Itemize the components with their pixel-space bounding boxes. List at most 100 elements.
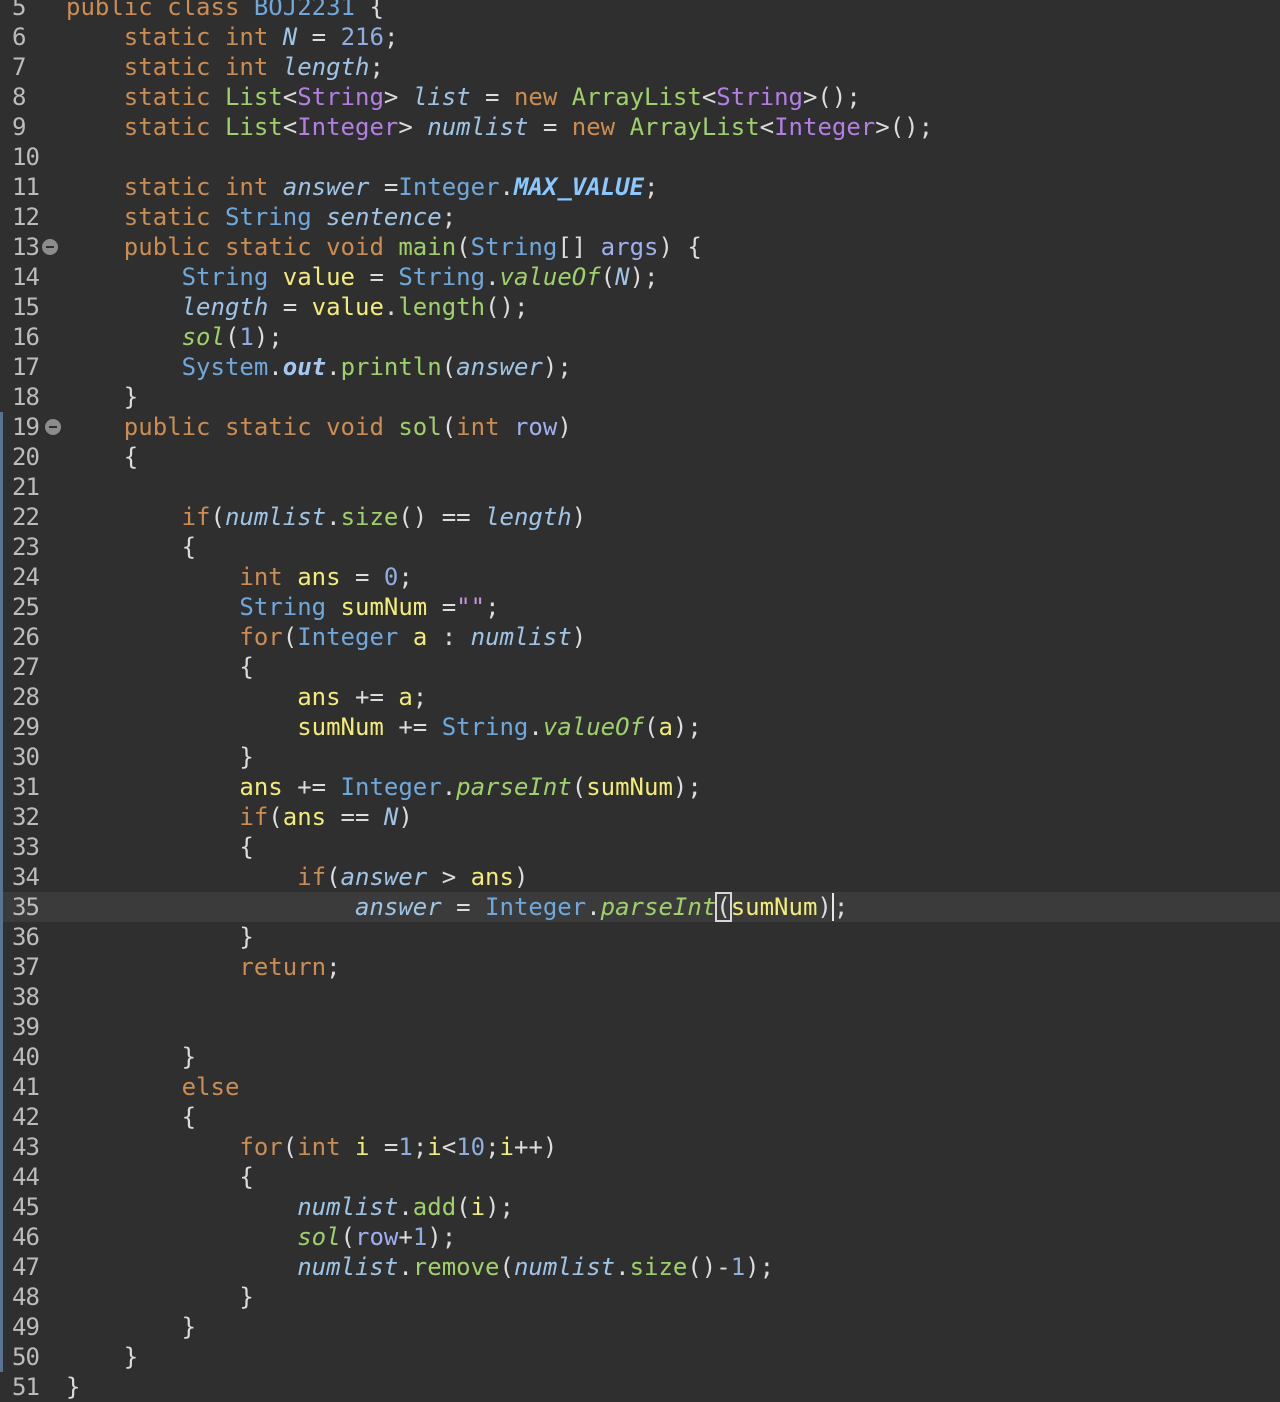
code-line[interactable]: 15 length = value.length(); bbox=[0, 292, 1280, 322]
code-line[interactable]: 43 for(int i =1;i<10;i++) bbox=[0, 1132, 1280, 1162]
code-line[interactable]: 37 return; bbox=[0, 952, 1280, 982]
code-line[interactable]: 6 static int N = 216; bbox=[0, 22, 1280, 52]
code-text: public static void sol(int row) bbox=[66, 412, 572, 442]
code-token: int bbox=[297, 1133, 341, 1161]
code-line[interactable]: 30 } bbox=[0, 742, 1280, 772]
code-line[interactable]: 35 answer = Integer.parseInt(sumNum); bbox=[0, 892, 1280, 922]
code-line[interactable]: 8 static List<String> list = new ArrayLi… bbox=[0, 82, 1280, 112]
code-text: static int length; bbox=[66, 52, 384, 82]
code-line[interactable]: 51} bbox=[0, 1372, 1280, 1402]
code-token: ; bbox=[412, 683, 428, 711]
code-line[interactable]: 19 public static void sol(int row) bbox=[0, 412, 1280, 442]
line-number: 42 bbox=[12, 1103, 40, 1131]
code-token: ; bbox=[398, 563, 413, 591]
code-line[interactable]: 22 if(numlist.size() == length) bbox=[0, 502, 1280, 532]
code-line[interactable]: 32 if(ans == N) bbox=[0, 802, 1280, 832]
code-token: . bbox=[499, 173, 514, 201]
code-token: += bbox=[340, 683, 399, 711]
code-editor[interactable]: 5 public class BOJ2231 {6 static int N = … bbox=[0, 0, 1280, 1401]
code-line[interactable]: 7 static int length; bbox=[0, 52, 1280, 82]
line-gutter: 25 bbox=[0, 592, 65, 622]
code-token: answer bbox=[282, 173, 370, 201]
code-token: public bbox=[123, 233, 211, 261]
code-line[interactable]: 45 numlist.add(i); bbox=[0, 1192, 1280, 1222]
code-line[interactable]: 12 static String sentence; bbox=[0, 202, 1280, 232]
line-number: 39 bbox=[12, 1013, 40, 1041]
code-line[interactable]: 27 { bbox=[0, 652, 1280, 682]
code-token: void bbox=[326, 413, 384, 441]
code-token: new bbox=[513, 83, 558, 111]
code-line[interactable]: 25 String sumNum =""; bbox=[0, 592, 1280, 622]
line-number: 33 bbox=[12, 833, 40, 861]
code-line[interactable]: 34 if(answer > ans) bbox=[0, 862, 1280, 892]
code-line[interactable]: 28 ans += a; bbox=[0, 682, 1280, 712]
code-token: = bbox=[340, 563, 384, 591]
line-gutter: 36 bbox=[0, 922, 65, 952]
code-line[interactable]: 29 sumNum += String.valueOf(a); bbox=[0, 712, 1280, 742]
code-line[interactable]: 42 { bbox=[0, 1102, 1280, 1132]
code-token: a bbox=[412, 623, 428, 651]
code-token: a bbox=[658, 713, 673, 741]
code-line[interactable]: 10 bbox=[0, 142, 1280, 172]
code-line[interactable]: 50 } bbox=[0, 1342, 1280, 1372]
code-line[interactable]: 24 int ans = 0; bbox=[0, 562, 1280, 592]
code-text: String value = String.valueOf(N); bbox=[66, 262, 659, 292]
code-line[interactable]: 44 { bbox=[0, 1162, 1280, 1192]
line-gutter: 34 bbox=[0, 862, 65, 892]
fold-collapse-icon[interactable] bbox=[45, 419, 61, 435]
code-text: int ans = 0; bbox=[66, 562, 413, 592]
code-line[interactable]: 41 else bbox=[0, 1072, 1280, 1102]
code-line[interactable]: 49 } bbox=[0, 1312, 1280, 1342]
code-line[interactable]: 47 numlist.remove(numlist.size()-1); bbox=[0, 1252, 1280, 1282]
code-text: ans += Integer.parseInt(sumNum); bbox=[66, 772, 701, 802]
code-token: > bbox=[427, 863, 471, 891]
code-token: } bbox=[66, 743, 254, 771]
code-line[interactable]: 23 { bbox=[0, 532, 1280, 562]
code-token: if bbox=[297, 863, 327, 891]
code-line[interactable]: 11 static int answer =Integer.MAX_VALUE; bbox=[0, 172, 1280, 202]
code-line[interactable]: 36 } bbox=[0, 922, 1280, 952]
code-text: { bbox=[66, 532, 196, 562]
code-token: } bbox=[66, 1313, 197, 1341]
code-token: () == bbox=[398, 503, 486, 531]
code-line[interactable]: 5 public class BOJ2231 { bbox=[0, 0, 1280, 22]
code-line[interactable]: 17 System.out.println(answer); bbox=[0, 352, 1280, 382]
line-gutter: 27 bbox=[0, 652, 65, 682]
code-line[interactable]: 31 ans += Integer.parseInt(sumNum); bbox=[0, 772, 1280, 802]
code-line[interactable]: 33 { bbox=[0, 832, 1280, 862]
code-line[interactable]: 39 bbox=[0, 1012, 1280, 1042]
code-token: static bbox=[123, 53, 211, 81]
code-line[interactable]: 21 bbox=[0, 472, 1280, 502]
code-token: ( bbox=[600, 263, 616, 291]
code-token: int bbox=[239, 563, 283, 591]
code-line[interactable]: 14 String value = String.valueOf(N); bbox=[0, 262, 1280, 292]
code-token: main bbox=[398, 233, 457, 261]
code-text: static String sentence; bbox=[66, 202, 456, 232]
code-line[interactable]: 9 static List<Integer> numlist = new Arr… bbox=[0, 112, 1280, 142]
code-line[interactable]: 26 for(Integer a : numlist) bbox=[0, 622, 1280, 652]
code-line[interactable]: 46 sol(row+1); bbox=[0, 1222, 1280, 1252]
code-token: 10 bbox=[456, 1133, 486, 1161]
code-line[interactable]: 18 } bbox=[0, 382, 1280, 412]
code-line[interactable]: 48 } bbox=[0, 1282, 1280, 1312]
code-token: ( bbox=[282, 623, 298, 651]
line-gutter: 29 bbox=[0, 712, 65, 742]
code-line[interactable]: 13 public static void main(String[] args… bbox=[0, 232, 1280, 262]
code-token: if bbox=[181, 503, 211, 531]
code-line[interactable]: 40 } bbox=[0, 1042, 1280, 1072]
code-line[interactable]: 16 sol(1); bbox=[0, 322, 1280, 352]
line-number: 16 bbox=[12, 323, 40, 351]
line-number: 23 bbox=[12, 533, 40, 561]
code-line[interactable]: 20 { bbox=[0, 442, 1280, 472]
code-line[interactable]: 38 bbox=[0, 982, 1280, 1012]
fold-collapse-icon[interactable] bbox=[42, 239, 58, 255]
